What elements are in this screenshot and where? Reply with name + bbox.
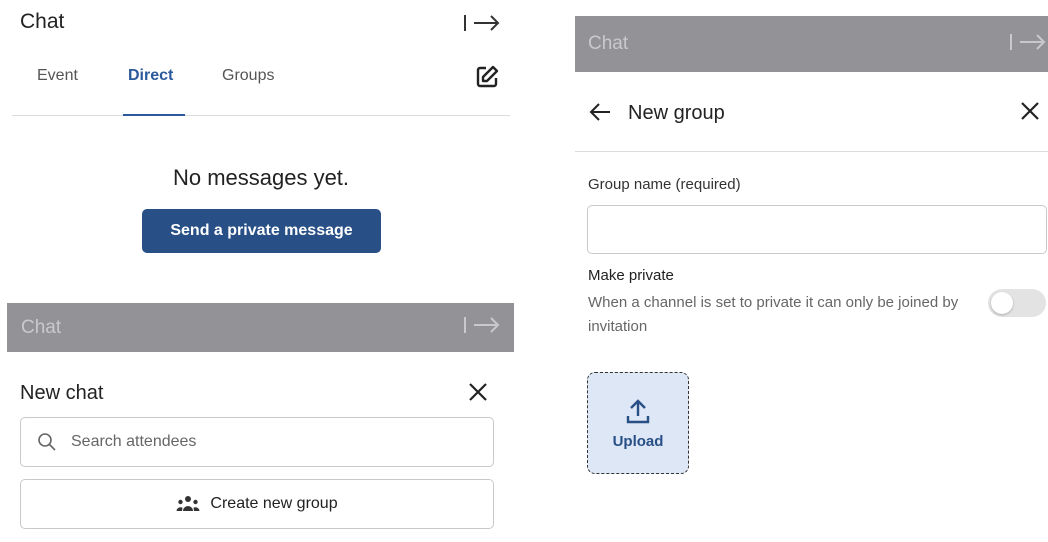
search-attendees-field[interactable]: Search attendees bbox=[20, 417, 494, 467]
upload-label: Upload bbox=[612, 432, 664, 450]
header-divider bbox=[575, 151, 1048, 152]
search-input: Search attendees bbox=[71, 433, 197, 450]
collapse-right-arrow-icon bbox=[1008, 31, 1048, 58]
chat-panel-new-group: Chat New group Group name (required) Mak… bbox=[0, 0, 1048, 474]
overlay-title: Chat bbox=[588, 33, 629, 54]
new-group-title: New group bbox=[628, 102, 725, 124]
make-private-label: Make private bbox=[588, 267, 674, 284]
tab-groups[interactable]: Groups bbox=[222, 67, 274, 85]
close-icon bbox=[1019, 102, 1041, 126]
make-private-description: When a channel is set to private it can … bbox=[588, 294, 959, 335]
upload-icon bbox=[623, 397, 653, 427]
tabs-divider bbox=[12, 115, 510, 116]
make-private-toggle[interactable] bbox=[988, 289, 1046, 317]
search-icon bbox=[37, 432, 57, 452]
empty-state-text: No messages yet. bbox=[172, 165, 350, 190]
create-new-group-label: Create new group bbox=[210, 495, 338, 512]
group-icon bbox=[176, 495, 200, 513]
toggle-knob bbox=[991, 292, 1013, 314]
collapse-right-arrow-icon bbox=[462, 314, 502, 341]
arrow-left-icon bbox=[588, 103, 612, 127]
close-button[interactable] bbox=[467, 381, 489, 408]
back-button[interactable] bbox=[588, 101, 612, 128]
send-private-message-button[interactable]: Send a private message bbox=[142, 209, 381, 253]
dimmed-header-overlay: Chat bbox=[7, 303, 514, 352]
group-name-label: Group name (required) bbox=[588, 176, 741, 193]
tab-direct[interactable]: Direct bbox=[128, 67, 173, 85]
new-chat-title: New chat bbox=[20, 382, 104, 404]
close-icon bbox=[467, 383, 489, 407]
active-tab-indicator bbox=[123, 114, 185, 116]
upload-button[interactable]: Upload bbox=[587, 372, 689, 474]
close-button[interactable] bbox=[1019, 100, 1041, 127]
collapse-panel-button[interactable] bbox=[462, 12, 502, 34]
compose-edit-icon bbox=[474, 65, 500, 94]
collapse-right-arrow-icon bbox=[462, 12, 502, 34]
compose-button[interactable] bbox=[474, 64, 500, 95]
dimmed-header-overlay: Chat bbox=[575, 16, 1048, 72]
overlay-title: Chat bbox=[21, 316, 62, 338]
tab-event[interactable]: Event bbox=[37, 67, 78, 85]
create-new-group-button[interactable]: Create new group bbox=[20, 479, 494, 529]
chat-title: Chat bbox=[20, 10, 65, 33]
group-name-input[interactable] bbox=[587, 205, 1047, 254]
